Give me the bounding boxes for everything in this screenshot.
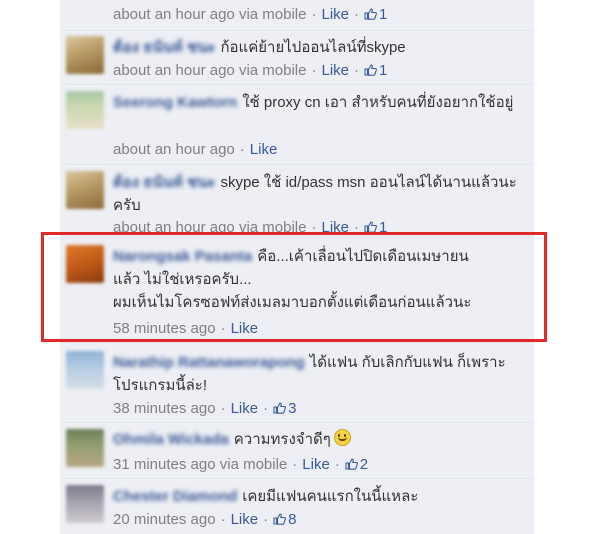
comment-meta: about an hour ago · Like: [113, 141, 278, 158]
comment-item: Seerong Kawtorn ใช้ proxy cn เอา สำหรับคน…: [60, 84, 534, 164]
like-link[interactable]: Like: [250, 141, 278, 158]
comment-time: 20 minutes ago: [113, 511, 216, 528]
comment-author[interactable]: ต้อง ธนันท์ ชนะ: [113, 39, 215, 56]
comment-message: ก้อแค่ย้ายไปออนไลน์ที่skype: [220, 39, 406, 56]
avatar[interactable]: [66, 36, 104, 74]
thumbs-up-icon: [364, 8, 377, 20]
avatar[interactable]: [66, 351, 104, 389]
comment-item: ต้อง ธนันท์ ชนะ skype ใช้ id/pass msn ออน…: [60, 164, 534, 236]
comment-author[interactable]: Narathip Rattanaworapong: [113, 354, 305, 371]
comment-item: ต้อง ธนันท์ ชนะ ก้อแค่ย้ายไปออนไลน์ที่sky…: [60, 30, 534, 84]
comment-time: 38 minutes ago: [113, 400, 216, 417]
comment-time: 31 minutes ago via mobile: [113, 456, 288, 473]
comment-item: Ohmila Wickada ความทรงจำดีๆ 31 minutes ag…: [60, 422, 534, 478]
comment-message: ความทรงจำดีๆ: [233, 431, 331, 448]
avatar[interactable]: [66, 429, 104, 467]
like-link[interactable]: Like: [302, 456, 330, 473]
like-link[interactable]: Like: [231, 400, 259, 417]
avatar[interactable]: [66, 91, 104, 129]
comment-meta: about an hour ago via mobile · Like · 1: [113, 6, 388, 23]
like-count: 2: [359, 456, 369, 473]
comment-time: about an hour ago via mobile: [113, 62, 307, 79]
like-count: 8: [288, 511, 297, 528]
comment-author[interactable]: ต้อง ธนันท์ ชนะ: [113, 174, 215, 191]
comment-item: Chester Diamond เคยมีแฟนคนแรกในนี้แหละ 20…: [60, 478, 534, 534]
comment-author[interactable]: Chester Diamond: [113, 488, 237, 505]
thumbs-up-icon: [345, 458, 358, 470]
like-link[interactable]: Like: [231, 511, 259, 528]
comment-message: เคยมีแฟนคนแรกในนี้แหละ: [242, 488, 419, 505]
like-link[interactable]: Like: [321, 62, 349, 79]
smiley-emoticon-icon: [333, 429, 351, 446]
comment-meta: 38 minutes ago · Like · 3: [113, 400, 297, 417]
like-count: 3: [288, 400, 297, 417]
thumbs-up-icon: [364, 64, 377, 76]
comment-meta: about an hour ago via mobile · Like · 1: [113, 62, 388, 79]
comment-meta: 31 minutes ago via mobile · Like · 2: [113, 456, 369, 473]
like-count: 1: [379, 6, 388, 23]
comment-time: about an hour ago: [113, 141, 235, 158]
comment-time: about an hour ago via mobile: [113, 6, 307, 23]
thumbs-up-icon: [273, 402, 287, 414]
comment-message: ใช้ proxy cn เอา สำหรับคนที่ยังอยากใช้อย…: [242, 94, 514, 111]
avatar[interactable]: [66, 485, 104, 523]
avatar[interactable]: [66, 171, 104, 209]
comment-item: Narathip Rattanaworapong ได้แฟน กับเลิกกั…: [60, 342, 534, 422]
comment-author[interactable]: Seerong Kawtorn: [113, 94, 237, 111]
thumbs-up-icon: [273, 513, 287, 525]
comment-item: about an hour ago via mobile · Like · 1: [60, 0, 534, 30]
like-link[interactable]: Like: [321, 6, 349, 23]
comment-meta: 20 minutes ago · Like · 8: [113, 511, 297, 528]
like-count: 1: [379, 62, 388, 79]
comment-author[interactable]: Ohmila Wickada: [113, 431, 229, 448]
highlight-box: [41, 232, 547, 342]
